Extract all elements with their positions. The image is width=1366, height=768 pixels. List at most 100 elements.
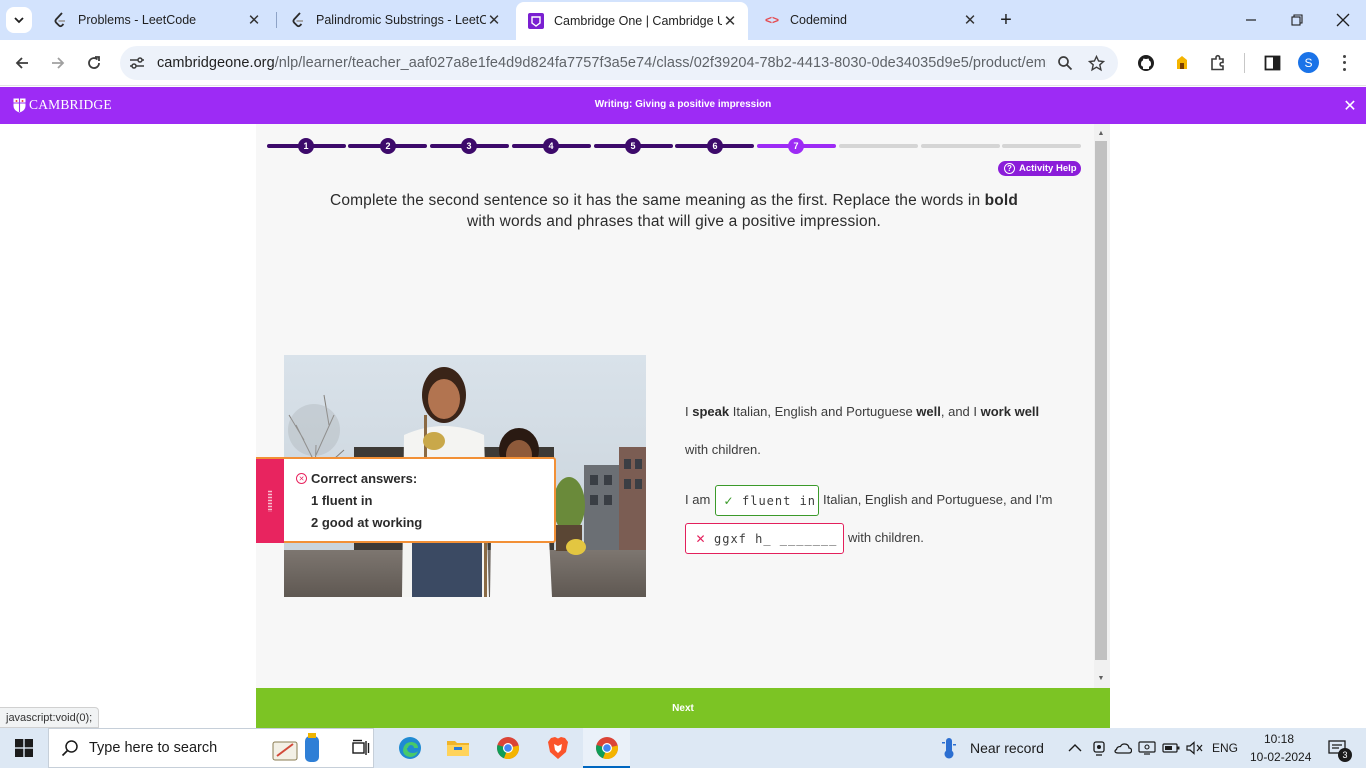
forward-button[interactable] bbox=[45, 50, 71, 76]
progress-segment bbox=[921, 144, 1000, 148]
address-bar[interactable]: cambridgeone.org/nlp/learner/teacher_aaf… bbox=[120, 46, 1118, 80]
window-close-button[interactable] bbox=[1320, 0, 1366, 40]
activity-help-button[interactable]: ? Activity Help bbox=[998, 161, 1081, 176]
chevron-up-icon bbox=[1068, 744, 1082, 752]
checkmark-icon: ✓ bbox=[723, 493, 735, 508]
answer-2-value: ggxf h_ _______ bbox=[714, 531, 838, 546]
arrow-left-icon bbox=[15, 57, 28, 69]
bookmark-star-icon[interactable] bbox=[1087, 54, 1105, 72]
side-panel-icon[interactable] bbox=[1261, 52, 1283, 74]
scrollbar-thumb[interactable] bbox=[1095, 141, 1107, 660]
close-icon bbox=[1336, 13, 1350, 27]
new-tab-button[interactable]: + bbox=[994, 9, 1018, 31]
windows-logo-icon bbox=[15, 739, 33, 757]
extension-icon[interactable] bbox=[1171, 52, 1193, 74]
popover-drag-handle[interactable] bbox=[256, 459, 284, 543]
clock-date[interactable]: 10-02-2024 bbox=[1250, 750, 1311, 764]
close-icon[interactable]: ✕ bbox=[246, 12, 262, 29]
code-brackets-icon: <> bbox=[764, 13, 779, 27]
chrome-icon bbox=[497, 737, 520, 760]
weather-text[interactable]: Near record bbox=[970, 740, 1044, 756]
progress-step-6[interactable]: 6 bbox=[707, 138, 723, 154]
progress-step-1[interactable]: 1 bbox=[298, 138, 314, 154]
progress-step-5[interactable]: 5 bbox=[625, 138, 641, 154]
tab-cambridge-one[interactable]: Cambridge One | Cambridge University Pre… bbox=[516, 2, 748, 40]
url-host: cambridgeone.org bbox=[157, 55, 275, 71]
edge-taskbar-button[interactable] bbox=[390, 728, 430, 768]
tab-title: Problems - LeetCode bbox=[78, 13, 197, 27]
sentence-bold: speak bbox=[692, 404, 730, 419]
correct-answers-popover[interactable]: ✕ Correct answers: 1 fluent in 2 good at… bbox=[256, 457, 556, 543]
tab-search-button[interactable] bbox=[6, 7, 32, 33]
file-explorer-taskbar-button[interactable] bbox=[438, 728, 478, 768]
chrome-taskbar-button[interactable] bbox=[488, 728, 528, 768]
onedrive-cloud-icon[interactable] bbox=[1112, 728, 1134, 768]
language-indicator[interactable]: ENG bbox=[1212, 741, 1238, 755]
close-icon[interactable]: ✕ bbox=[486, 12, 502, 29]
windows-taskbar: Type here to search Near record ENG 10:1… bbox=[0, 728, 1366, 768]
minimize-icon bbox=[1246, 19, 1256, 21]
next-button[interactable]: Next bbox=[256, 688, 1110, 728]
tab-palindromic-substrings[interactable]: Palindromic Substrings - LeetCode ✕ bbox=[278, 4, 512, 36]
search-icon bbox=[61, 740, 78, 757]
weather-thermometer-icon[interactable] bbox=[936, 728, 962, 768]
back-button[interactable] bbox=[9, 50, 35, 76]
browser-tab-strip: Problems - LeetCode ✕ Palindromic Substr… bbox=[0, 0, 1366, 40]
progress-step-7[interactable]: 7 bbox=[788, 138, 804, 154]
url-text[interactable]: cambridgeone.org/nlp/learner/teacher_aaf… bbox=[157, 55, 1047, 71]
progress-step-2[interactable]: 2 bbox=[380, 138, 396, 154]
scroll-up-icon[interactable]: ▲ bbox=[1096, 128, 1106, 138]
tab-title: Codemind bbox=[790, 13, 847, 27]
progress-step-3[interactable]: 3 bbox=[461, 138, 477, 154]
folder-icon bbox=[447, 741, 469, 756]
brave-taskbar-button[interactable] bbox=[538, 728, 578, 768]
speaker-muted-icon[interactable] bbox=[1184, 728, 1206, 768]
instruction-text: Complete the second sentence so it has t… bbox=[296, 190, 1052, 232]
close-icon[interactable]: ✕ bbox=[962, 12, 978, 29]
close-icon[interactable]: ✕ bbox=[722, 13, 738, 30]
display-icon[interactable] bbox=[1136, 728, 1158, 768]
battery-icon[interactable] bbox=[1160, 728, 1182, 768]
sentence-text: , and I bbox=[940, 404, 981, 419]
notification-count-badge: 3 bbox=[1338, 748, 1352, 762]
drag-grip-icon bbox=[268, 490, 272, 512]
activity-help-label: Activity Help bbox=[1019, 163, 1077, 174]
browser-menu-icon[interactable] bbox=[1336, 53, 1352, 73]
answer-field-1[interactable]: ✓ fluent in bbox=[715, 485, 819, 516]
app-header: CAMBRIDGE Writing: Giving a positive imp… bbox=[0, 87, 1366, 124]
clock-time[interactable]: 10:18 bbox=[1264, 732, 1294, 746]
rewrite-prefix: I am bbox=[685, 492, 711, 507]
zoom-icon[interactable] bbox=[1056, 54, 1074, 72]
github-extension-icon[interactable] bbox=[1135, 52, 1157, 74]
correct-answers-title: ✕ Correct answers: bbox=[296, 471, 417, 486]
chevron-down-icon bbox=[14, 17, 24, 24]
cross-icon: ✕ bbox=[695, 531, 707, 546]
answer-field-2[interactable]: ✕ ggxf h_ _______ bbox=[685, 523, 844, 554]
start-button[interactable] bbox=[0, 728, 48, 768]
toolbar-divider bbox=[1244, 53, 1245, 73]
minimize-button[interactable] bbox=[1228, 0, 1274, 40]
instruction-part: with words and phrases that will give a … bbox=[467, 213, 881, 230]
sentence-bold: well bbox=[916, 404, 941, 419]
chrome-active-taskbar-button[interactable] bbox=[583, 728, 630, 768]
taskbar-search-box[interactable]: Type here to search bbox=[48, 728, 374, 768]
status-bar-url: javascript:void(0); bbox=[0, 707, 100, 728]
tab-leetcode-problems[interactable]: Problems - LeetCode ✕ bbox=[40, 4, 272, 36]
edge-icon bbox=[399, 737, 421, 759]
site-info-icon[interactable] bbox=[128, 54, 146, 72]
puzzle-extensions-icon[interactable] bbox=[1207, 52, 1229, 74]
webcam-icon[interactable] bbox=[1088, 728, 1110, 768]
progress-step-4[interactable]: 4 bbox=[543, 138, 559, 154]
scroll-down-icon[interactable]: ▼ bbox=[1096, 673, 1106, 683]
progress-segment bbox=[1002, 144, 1081, 148]
tab-codemind[interactable]: <> Codemind ✕ bbox=[752, 4, 988, 36]
task-view-button[interactable] bbox=[340, 728, 380, 768]
profile-avatar[interactable]: S bbox=[1298, 52, 1319, 73]
show-hidden-icons-button[interactable] bbox=[1064, 728, 1086, 768]
restore-button[interactable] bbox=[1274, 0, 1320, 40]
reload-button[interactable] bbox=[81, 50, 107, 76]
brave-lion-icon bbox=[548, 737, 568, 759]
tab-title: Palindromic Substrings - LeetCode bbox=[316, 13, 486, 27]
close-activity-button[interactable]: ✕ bbox=[1342, 98, 1358, 115]
notifications-button[interactable]: 3 bbox=[1320, 728, 1356, 768]
